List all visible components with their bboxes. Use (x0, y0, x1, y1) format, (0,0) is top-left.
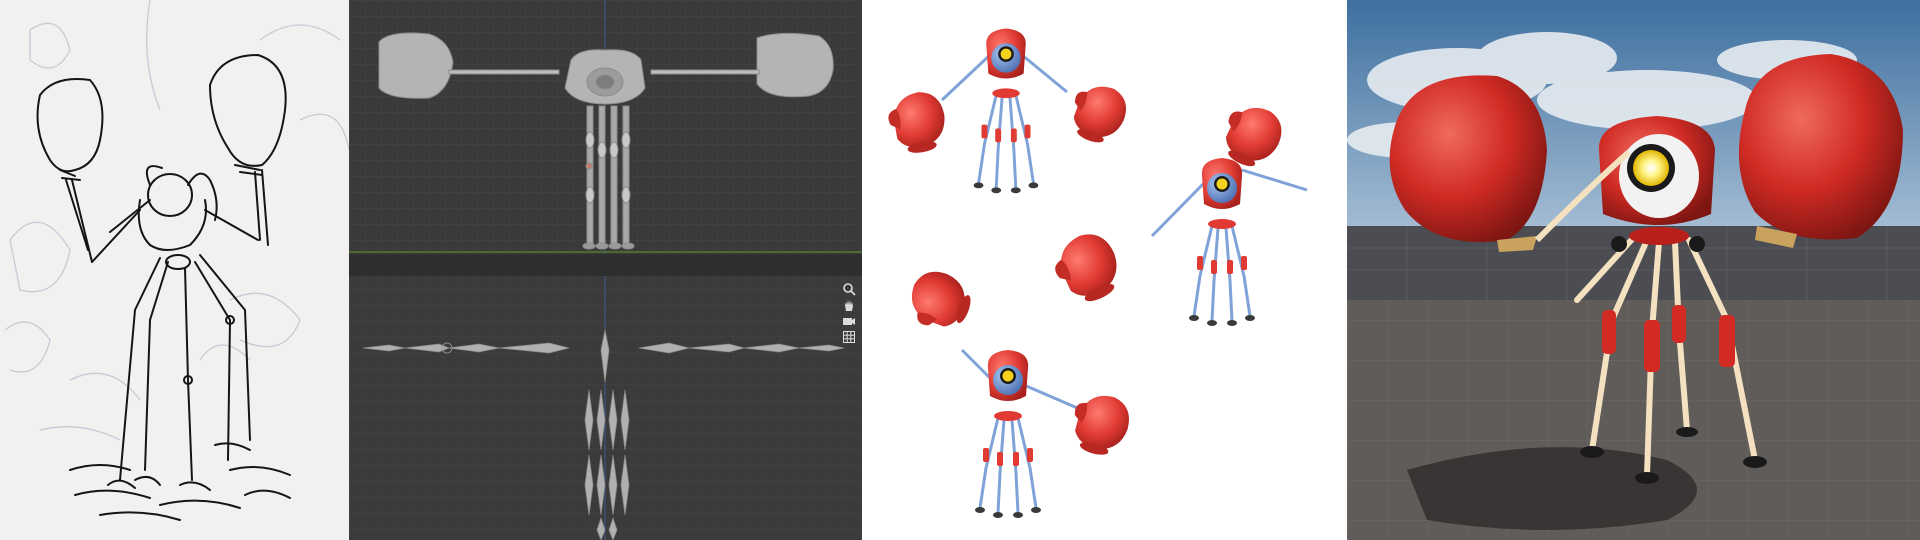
grid-icon[interactable] (842, 330, 858, 346)
image-strip (0, 0, 1920, 540)
concept-sketch-panel (0, 0, 349, 540)
engine-preview-panel (1347, 0, 1920, 540)
renders-canvas (884, 27, 1308, 520)
zoom-icon[interactable] (842, 282, 858, 298)
hand-icon[interactable] (842, 298, 858, 314)
concept-sketch-drawing (4, 0, 349, 521)
engine-canvas (1347, 0, 1920, 540)
camera-icon[interactable] (842, 314, 858, 330)
character-renders-panel (862, 0, 1347, 540)
viewport-canvas (349, 0, 862, 540)
pose-guarding (902, 264, 1135, 520)
pose-standing (884, 27, 1133, 195)
blender-viewport-panel (349, 0, 862, 540)
